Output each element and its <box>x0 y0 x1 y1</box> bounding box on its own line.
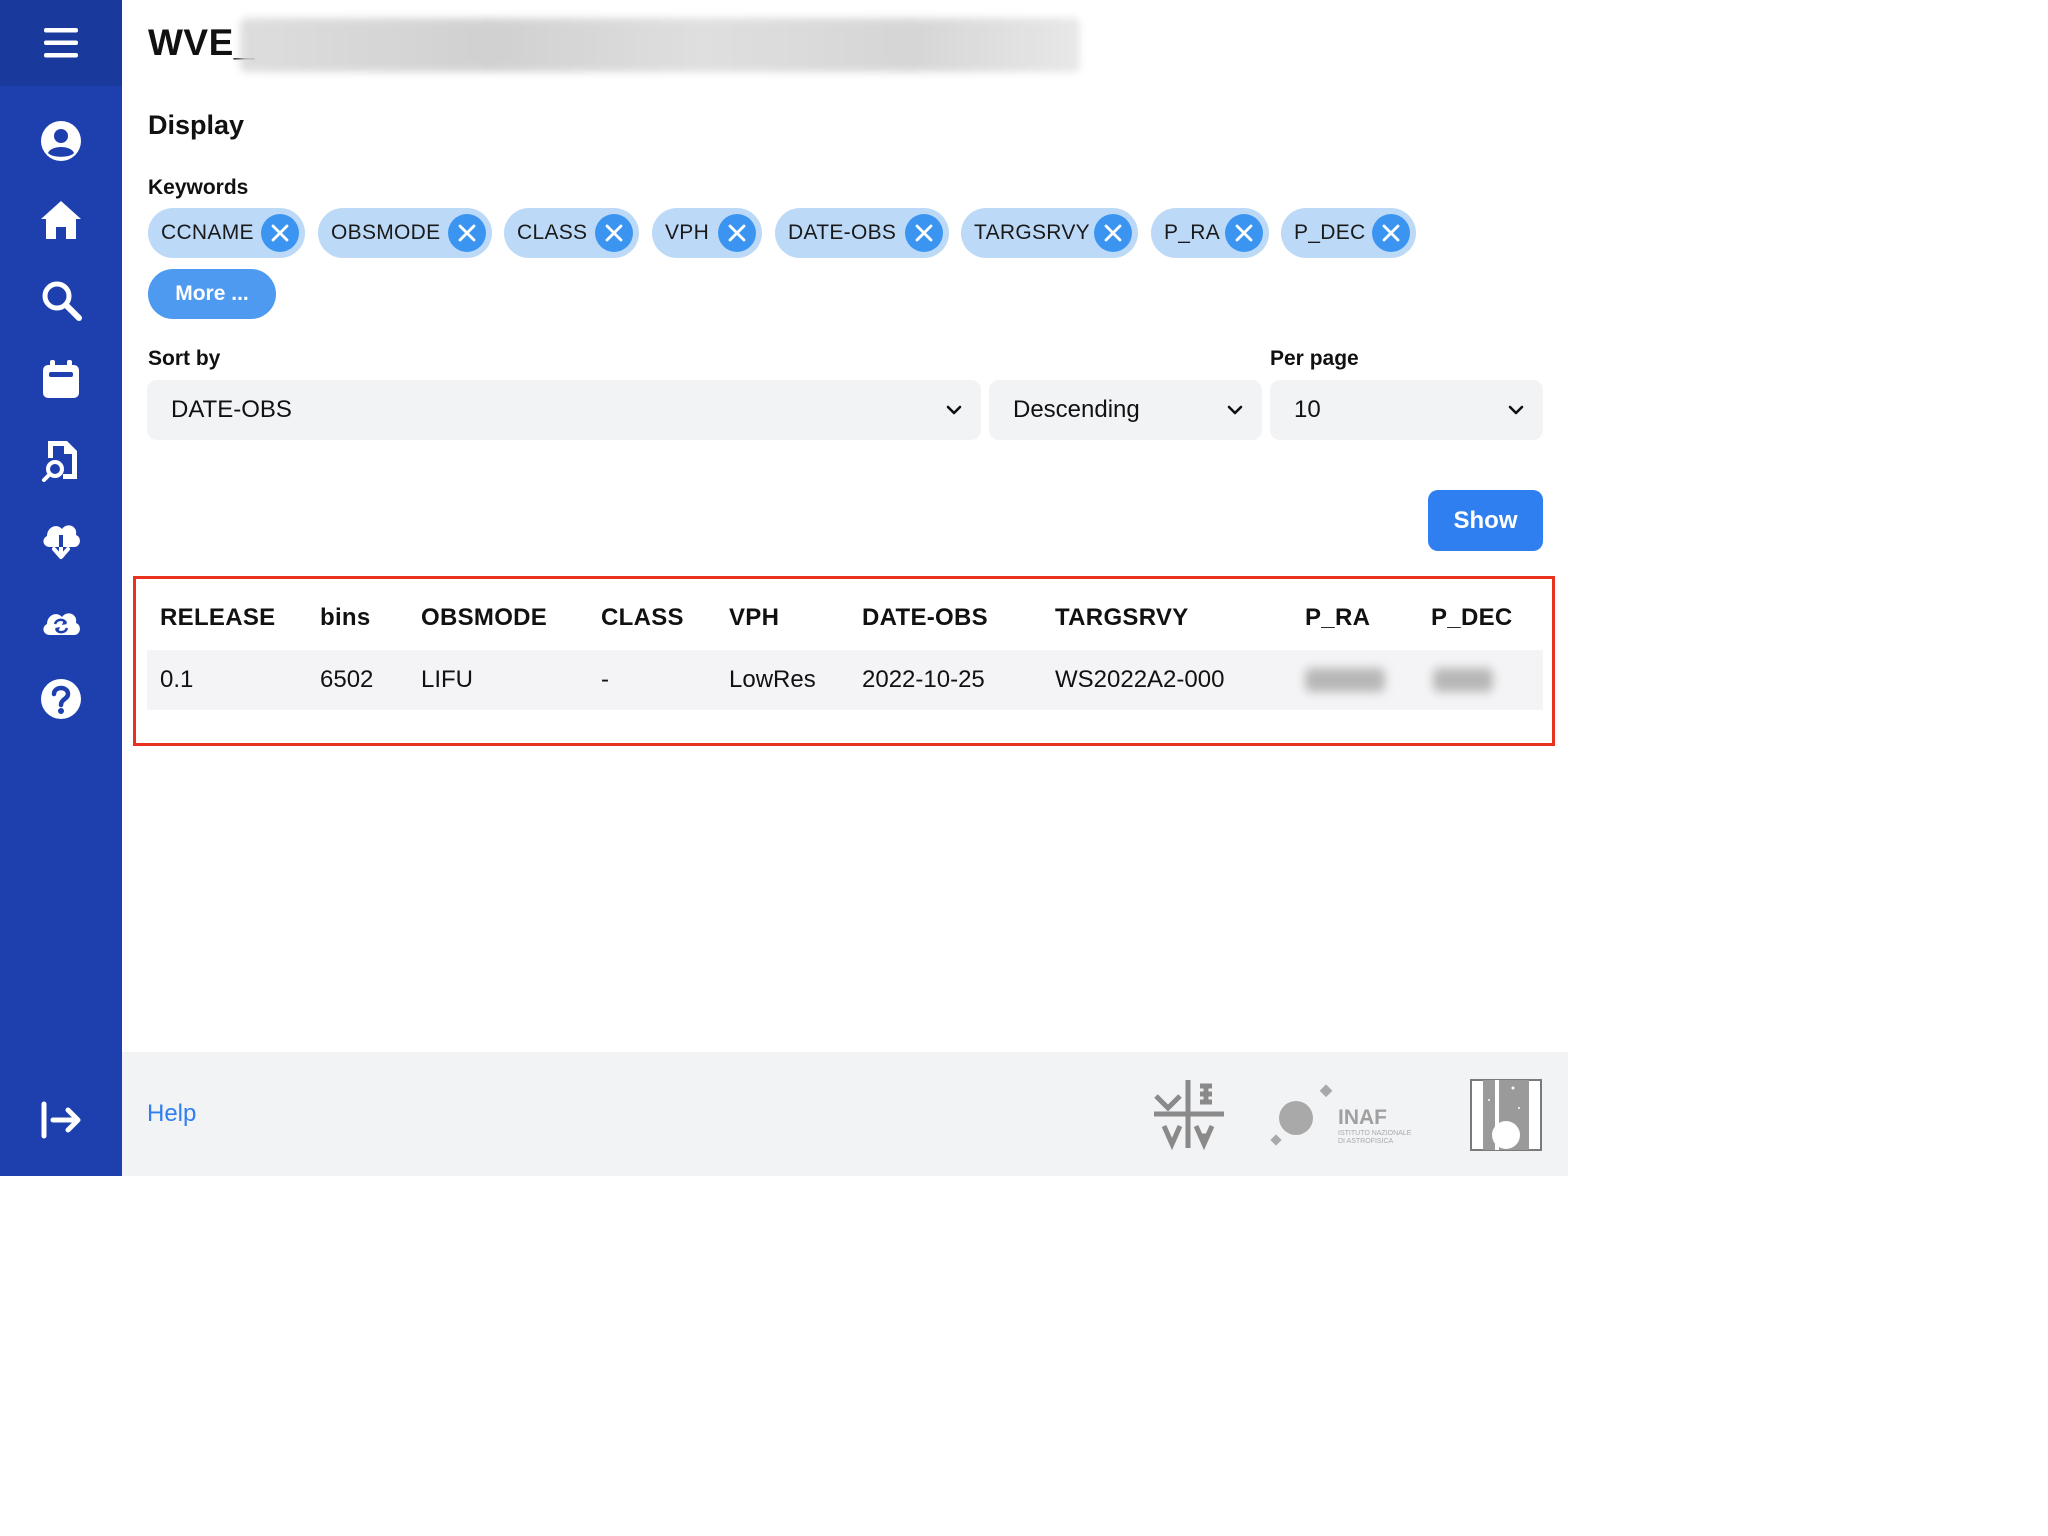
remove-keyword-button[interactable] <box>595 214 633 252</box>
column-header-p-ra[interactable]: P_RA <box>1305 604 1370 632</box>
keyword-chip-label: VPH <box>665 221 710 244</box>
inaf-name: INAF <box>1338 1106 1387 1129</box>
keyword-chip-obsmode: OBSMODE <box>318 208 492 258</box>
keyword-chip-label: DATE-OBS <box>788 221 897 244</box>
cell-p-ra-redacted <box>1305 668 1385 692</box>
cell-release: 0.1 <box>160 666 194 693</box>
cloud-download-icon <box>43 525 80 559</box>
keyword-chip-label: CLASS <box>517 221 588 244</box>
cloud-sync-icon <box>43 613 80 635</box>
keyword-chip-vph: VPH <box>652 208 762 258</box>
cell-date-obs: 2022-10-25 <box>862 666 985 693</box>
close-icon <box>728 224 746 242</box>
per-page-label: Per page <box>1270 347 1359 370</box>
logout-button[interactable] <box>37 1096 85 1144</box>
keyword-chips: CCNAME OBSMODE CLASS VPH DATE-OBS TARGSR… <box>148 208 1448 258</box>
sort-by-value: DATE-OBS <box>171 396 292 423</box>
weave-logo <box>1154 1080 1224 1150</box>
inaf-emblem <box>1270 1084 1333 1146</box>
sort-by-label: Sort by <box>148 347 221 370</box>
nav-profile[interactable] <box>37 117 85 165</box>
redacted-title-part <box>240 18 1080 72</box>
remove-keyword-button[interactable] <box>448 214 486 252</box>
footer: Help INAF ISTITUTO NAZIONALE DI ASTROFIS… <box>122 1052 1568 1176</box>
sort-by-select[interactable]: DATE-OBS <box>147 380 981 440</box>
sidebar <box>0 0 122 1176</box>
display-heading: Display <box>148 110 245 140</box>
column-header-class[interactable]: CLASS <box>601 604 684 632</box>
remove-keyword-button[interactable] <box>1225 214 1263 252</box>
keyword-chip-label: CCNAME <box>161 221 254 244</box>
user-icon <box>41 121 81 161</box>
cell-bins: 6502 <box>320 666 374 693</box>
per-page-value: 10 <box>1294 396 1321 423</box>
keyword-chip-targsrvy: TARGSRVY <box>961 208 1138 258</box>
main-content: WVE_ Display Keywords CCNAME OBSMODE CLA… <box>122 0 1568 1052</box>
close-icon <box>1104 224 1122 242</box>
column-header-obsmode[interactable]: OBSMODE <box>421 604 547 632</box>
keyword-chip-label: TARGSRVY <box>974 221 1090 244</box>
nav-download[interactable] <box>37 515 85 563</box>
column-header-release[interactable]: RELEASE <box>160 604 275 632</box>
nav-help[interactable] <box>37 675 85 723</box>
menu-icon <box>44 28 78 58</box>
chevron-down-icon <box>1227 405 1243 415</box>
inaf-subtitle-line: ISTITUTO NAZIONALE <box>1338 1130 1412 1137</box>
chevron-down-icon <box>946 405 962 415</box>
home-icon <box>41 201 81 239</box>
cell-vph: LowRes <box>729 666 816 693</box>
inaf-subtitle: ISTITUTO NAZIONALE DI ASTROFISICA <box>1338 1130 1411 1146</box>
help-link[interactable]: Help <box>147 1100 196 1128</box>
observatory-logo <box>1470 1079 1542 1151</box>
keyword-chip-label: OBSMODE <box>331 221 441 244</box>
column-header-p-dec[interactable]: P_DEC <box>1431 604 1513 632</box>
remove-keyword-button[interactable] <box>1372 214 1410 252</box>
cell-obsmode: LIFU <box>421 666 474 693</box>
remove-keyword-button[interactable] <box>905 214 943 252</box>
sort-order-select[interactable]: Descending <box>989 380 1262 440</box>
nav-calendar[interactable] <box>37 356 85 404</box>
close-icon <box>1382 224 1400 242</box>
nav-file-search[interactable] <box>37 436 85 484</box>
remove-keyword-button[interactable] <box>718 214 756 252</box>
column-header-vph[interactable]: VPH <box>729 604 779 632</box>
help-icon <box>41 679 81 719</box>
remove-keyword-button[interactable] <box>261 214 299 252</box>
menu-button[interactable] <box>0 0 122 86</box>
keyword-chip-date-obs: DATE-OBS <box>775 208 949 258</box>
close-icon <box>458 224 476 242</box>
calendar-icon <box>43 360 79 398</box>
column-header-date-obs[interactable]: DATE-OBS <box>862 604 988 632</box>
cell-p-dec-redacted <box>1433 668 1493 692</box>
nav-cloud-sync[interactable] <box>37 596 85 644</box>
file-search-icon <box>42 441 77 482</box>
search-icon <box>42 281 82 321</box>
page-title: WVE_ <box>148 22 255 63</box>
keyword-chip-label: P_RA <box>1164 221 1221 244</box>
cell-class: - <box>601 666 609 693</box>
column-header-targsrvy[interactable]: TARGSRVY <box>1055 604 1189 632</box>
keyword-chip-p-ra: P_RA <box>1151 208 1269 258</box>
keyword-chip-class: CLASS <box>504 208 639 258</box>
sort-order-value: Descending <box>1013 396 1140 423</box>
close-icon <box>271 224 289 242</box>
remove-keyword-button[interactable] <box>1094 214 1132 252</box>
close-icon <box>915 224 933 242</box>
keyword-chip-p-dec: P_DEC <box>1281 208 1416 258</box>
column-header-bins[interactable]: bins <box>320 604 371 632</box>
chevron-down-icon <box>1508 405 1524 415</box>
per-page-select[interactable]: 10 <box>1270 380 1543 440</box>
nav-search[interactable] <box>37 276 85 324</box>
keywords-label: Keywords <box>148 176 249 199</box>
more-keywords-button[interactable]: More ... <box>148 269 276 319</box>
close-icon <box>605 224 623 242</box>
inaf-subtitle-line: DI ASTROFISICA <box>1338 1138 1394 1145</box>
cell-targsrvy: WS2022A2-000 <box>1055 666 1225 693</box>
show-button[interactable]: Show <box>1428 490 1543 551</box>
close-icon <box>1235 224 1253 242</box>
keyword-chip-ccname: CCNAME <box>148 208 305 258</box>
keyword-chip-label: P_DEC <box>1294 221 1366 244</box>
nav-home[interactable] <box>37 196 85 244</box>
logout-icon <box>41 1101 81 1139</box>
